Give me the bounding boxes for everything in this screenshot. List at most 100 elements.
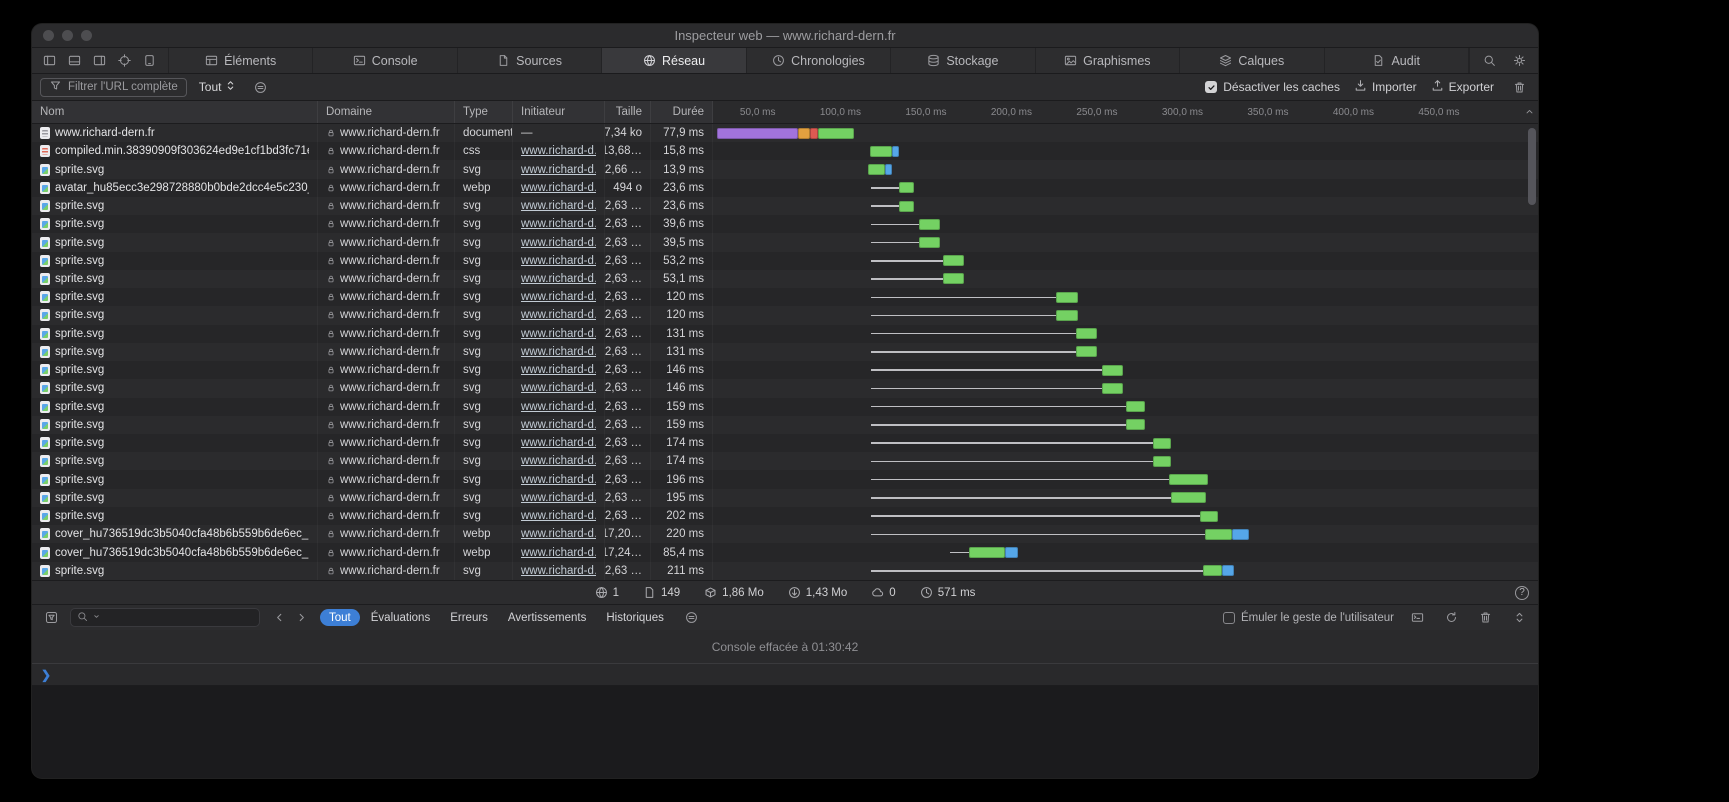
dock-bottom-button[interactable] [63, 51, 85, 71]
request-initiator[interactable]: www.richard-d… [521, 145, 596, 157]
request-initiator[interactable]: www.richard-d… [521, 437, 596, 449]
request-initiator[interactable]: www.richard-d… [521, 419, 596, 431]
request-row[interactable]: sprite.svgwww.richard-dern.frsvgwww.rich… [32, 434, 1538, 452]
reload-button[interactable] [1440, 608, 1462, 628]
request-initiator[interactable]: www.richard-d… [521, 200, 596, 212]
timeline-header[interactable]: 50,0 ms100,0 ms150,0 ms200,0 ms250,0 ms3… [713, 101, 1538, 123]
zoom-button[interactable] [81, 30, 92, 41]
tab-layers[interactable]: Calques [1180, 48, 1324, 73]
request-row[interactable]: sprite.svgwww.richard-dern.frsvgwww.rich… [32, 270, 1538, 288]
request-initiator[interactable]: www.richard-d… [521, 510, 596, 522]
minimize-button[interactable] [62, 30, 73, 41]
console-scope-historiques[interactable]: Historiques [597, 609, 673, 626]
request-row[interactable]: sprite.svgwww.richard-dern.frsvgwww.rich… [32, 562, 1538, 580]
request-initiator[interactable]: www.richard-d… [521, 492, 596, 504]
url-filter-input[interactable]: Filtrer l'URL complète [40, 78, 187, 97]
request-initiator[interactable]: www.richard-d… [521, 455, 596, 467]
titlebar[interactable]: Inspecteur web — www.richard-dern.fr [32, 24, 1538, 48]
tab-network[interactable]: Réseau [602, 48, 746, 73]
request-row[interactable]: sprite.svgwww.richard-dern.frsvgwww.rich… [32, 343, 1538, 361]
tab-storage[interactable]: Stockage [891, 48, 1035, 73]
delete-requests-button[interactable] [1508, 77, 1530, 97]
request-row[interactable]: sprite.svgwww.richard-dern.frsvgwww.rich… [32, 398, 1538, 416]
next-result-button[interactable] [290, 608, 312, 628]
request-row[interactable]: compiled.min.38390909f303624ed9e1cf1bd3f… [32, 142, 1538, 160]
help-button[interactable]: ? [1515, 586, 1529, 600]
disable-caches-checkbox[interactable]: Désactiver les caches [1205, 80, 1340, 94]
request-initiator[interactable]: www.richard-d… [521, 474, 596, 486]
dock-side-button[interactable] [38, 51, 60, 71]
dock-undock-button[interactable] [88, 51, 110, 71]
tab-timelines[interactable]: Chronologies [747, 48, 891, 73]
stat-transferred[interactable]: 1,43 Mo [788, 586, 848, 599]
tab-elements[interactable]: Éléments [169, 48, 313, 73]
request-initiator[interactable]: www.richard-d… [521, 328, 596, 340]
close-button[interactable] [43, 30, 54, 41]
request-row[interactable]: sprite.svgwww.richard-dern.frsvgwww.rich… [32, 416, 1538, 434]
search-button[interactable] [1478, 51, 1500, 71]
request-row[interactable]: sprite.svgwww.richard-dern.frsvgwww.rich… [32, 379, 1538, 397]
console-scope-avertissements[interactable]: Avertissements [499, 609, 595, 626]
request-initiator[interactable]: www.richard-d… [521, 547, 596, 559]
request-row[interactable]: sprite.svgwww.richard-dern.frsvgwww.rich… [32, 306, 1538, 324]
console-empty-area[interactable] [32, 686, 1538, 778]
stat-domains[interactable]: 1 [595, 586, 619, 599]
request-initiator[interactable]: www.richard-d… [521, 255, 596, 267]
request-initiator[interactable]: www.richard-d… [521, 218, 596, 230]
console-prompt[interactable]: ❯ [32, 664, 1538, 686]
previous-result-button[interactable] [268, 608, 290, 628]
request-row[interactable]: sprite.svgwww.richard-dern.frsvgwww.rich… [32, 361, 1538, 379]
emulate-user-gesture-checkbox[interactable]: Émuler le geste de l'utilisateur [1223, 612, 1394, 624]
console-drawer-button[interactable] [1406, 608, 1428, 628]
request-initiator[interactable]: www.richard-d… [521, 565, 596, 577]
column-header-domaine[interactable]: Domaine [318, 101, 455, 123]
request-initiator[interactable]: www.richard-d… [521, 309, 596, 321]
settings-button[interactable] [1508, 51, 1530, 71]
request-initiator[interactable]: www.richard-d… [521, 401, 596, 413]
expand-console-button[interactable] [1508, 608, 1530, 628]
import-button[interactable]: Importer [1354, 79, 1417, 95]
console-scope-erreurs[interactable]: Erreurs [441, 609, 497, 626]
column-header-taille[interactable]: Taille [605, 101, 651, 123]
tab-graphics[interactable]: Graphismes [1036, 48, 1180, 73]
request-row[interactable]: cover_hu736519dc3b5040cfa48b6b559b6de6ec… [32, 543, 1538, 561]
clear-console-button[interactable] [1474, 608, 1496, 628]
console-scope-évaluations[interactable]: Évaluations [362, 609, 439, 626]
request-row[interactable]: sprite.svgwww.richard-dern.frsvgwww.rich… [32, 160, 1538, 178]
column-header-initiateur[interactable]: Initiateur [513, 101, 605, 123]
request-row[interactable]: sprite.svgwww.richard-dern.frsvgwww.rich… [32, 470, 1538, 488]
request-initiator[interactable]: www.richard-d… [521, 346, 596, 358]
request-row[interactable]: sprite.svgwww.richard-dern.frsvgwww.rich… [32, 197, 1538, 215]
request-row[interactable]: cover_hu736519dc3b5040cfa48b6b559b6de6ec… [32, 525, 1538, 543]
request-row[interactable]: www.richard-dern.frwww.richard-dern.frdo… [32, 124, 1538, 142]
export-button[interactable]: Exporter [1431, 79, 1494, 95]
filter-options-button[interactable] [249, 77, 271, 97]
tab-console[interactable]: Console [313, 48, 457, 73]
column-header-nom[interactable]: Nom [32, 101, 318, 123]
console-scope-tout[interactable]: Tout [320, 609, 360, 626]
stat-resources[interactable]: 149 [643, 586, 680, 599]
column-header-type[interactable]: Type [455, 101, 513, 123]
request-initiator[interactable]: www.richard-d… [521, 528, 596, 540]
request-initiator[interactable]: www.richard-d… [521, 364, 596, 376]
stat-load-time[interactable]: 571 ms [920, 586, 976, 599]
request-row[interactable]: sprite.svgwww.richard-dern.frsvgwww.rich… [32, 489, 1538, 507]
vertical-scrollbar[interactable] [1528, 128, 1536, 205]
request-initiator[interactable]: www.richard-d… [521, 273, 596, 285]
request-initiator[interactable]: www.richard-d… [521, 164, 596, 176]
request-row[interactable]: avatar_hu85ecc3e298728880b0bde2dcc4e5c23… [32, 179, 1538, 197]
request-row[interactable]: sprite.svgwww.richard-dern.frsvgwww.rich… [32, 215, 1538, 233]
request-row[interactable]: sprite.svgwww.richard-dern.frsvgwww.rich… [32, 252, 1538, 270]
element-picker-button[interactable] [113, 51, 135, 71]
resource-type-select[interactable]: Tout [199, 79, 238, 95]
tab-sources[interactable]: Sources [458, 48, 602, 73]
request-initiator[interactable]: www.richard-d… [521, 182, 596, 194]
request-row[interactable]: sprite.svgwww.richard-dern.frsvgwww.rich… [32, 507, 1538, 525]
request-row[interactable]: sprite.svgwww.richard-dern.frsvgwww.rich… [32, 452, 1538, 470]
request-initiator[interactable]: www.richard-d… [521, 237, 596, 249]
tab-audit[interactable]: Audit [1325, 48, 1469, 73]
request-row[interactable]: sprite.svgwww.richard-dern.frsvgwww.rich… [32, 325, 1538, 343]
request-initiator[interactable]: www.richard-d… [521, 382, 596, 394]
request-initiator[interactable]: www.richard-d… [521, 291, 596, 303]
request-row[interactable]: sprite.svgwww.richard-dern.frsvgwww.rich… [32, 288, 1538, 306]
